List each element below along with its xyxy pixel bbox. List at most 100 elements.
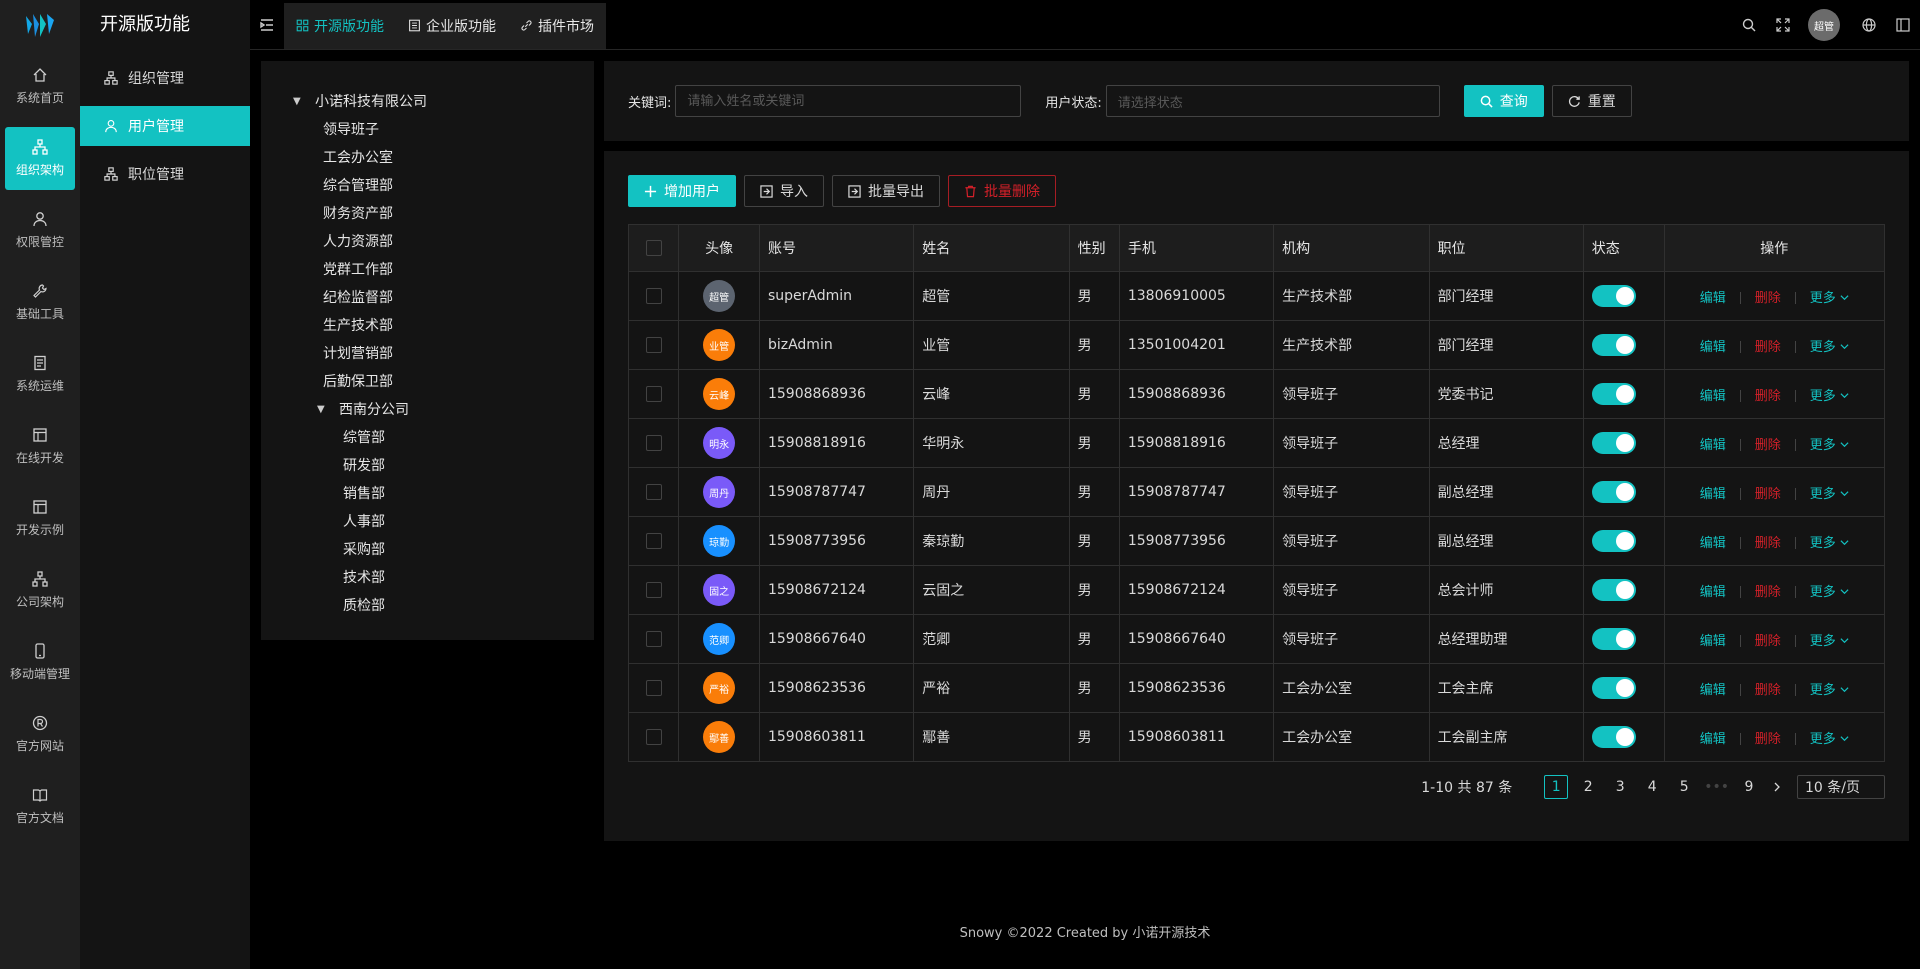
rail-item[interactable]: 公司架构 xyxy=(5,559,75,622)
delete-link[interactable]: 删除 xyxy=(1755,291,1781,306)
more-dropdown[interactable]: 更多 xyxy=(1810,340,1849,355)
page-number[interactable]: 4 xyxy=(1640,775,1664,799)
row-checkbox[interactable] xyxy=(645,582,662,598)
rail-item[interactable]: 组织架构 xyxy=(5,127,75,190)
module-tab[interactable]: 插件市场 xyxy=(508,3,606,49)
table-row[interactable]: 周丹 15908787747 周丹男 15908787747 领导班子 副总经理 编辑 删除更… xyxy=(627,467,1886,517)
edit-link[interactable]: 编辑 xyxy=(1700,585,1726,600)
status-toggle[interactable] xyxy=(1591,530,1636,552)
table-row[interactable]: 鄢善 15908603811 鄢善男 15908603811 工会办公室 工会副主席 编辑删… xyxy=(627,712,1886,762)
select-all-checkbox[interactable] xyxy=(645,240,662,256)
add-user-button[interactable]: 增加用户 xyxy=(628,175,736,207)
delete-link[interactable]: 删除 xyxy=(1755,487,1781,502)
table-row[interactable]: 明永 15908818916 华明永男 15908818916 领导班子 总经理 编辑 删除更… xyxy=(627,418,1886,468)
query-button[interactable]: 查询 xyxy=(1463,85,1544,117)
delete-link[interactable]: 删除 xyxy=(1755,634,1781,649)
more-dropdown[interactable]: 更多 xyxy=(1810,683,1849,698)
edit-link[interactable]: 编辑 xyxy=(1700,536,1726,551)
more-dropdown[interactable]: 更多 xyxy=(1810,438,1849,453)
table-row[interactable]: 业管 bizAdmin 业管男 13501004201 生产技术部 部门经理 编辑 删除 更多 xyxy=(627,320,1886,370)
module-tab[interactable]: 开源版功能 xyxy=(284,3,396,49)
page-number[interactable]: 2 xyxy=(1576,775,1600,799)
rail-item[interactable]: 移动端管理 xyxy=(5,631,75,694)
module-tab[interactable]: 企业版功能 xyxy=(396,3,508,49)
tree-node[interactable]: 工会办公室 xyxy=(261,143,594,171)
status-toggle[interactable] xyxy=(1591,579,1636,601)
tree-node[interactable]: 纪检监督部 xyxy=(261,283,594,311)
fullscreen-button[interactable] xyxy=(1766,0,1800,50)
batch-delete-button[interactable]: 批量删除 xyxy=(948,175,1056,207)
page-number[interactable]: 3 xyxy=(1608,775,1632,799)
status-toggle[interactable] xyxy=(1591,285,1636,307)
page-number[interactable]: 5 xyxy=(1672,775,1696,799)
status-toggle[interactable] xyxy=(1591,481,1636,503)
next-page-button[interactable] xyxy=(1765,775,1789,799)
logo[interactable] xyxy=(0,0,80,50)
edit-link[interactable]: 编辑 xyxy=(1700,438,1726,453)
tree-node[interactable]: 质检部 xyxy=(261,591,594,619)
tree-node[interactable]: 领导班子 xyxy=(261,115,594,143)
language-button[interactable] xyxy=(1852,0,1886,50)
status-toggle[interactable] xyxy=(1591,677,1636,699)
rail-item[interactable]: 开发示例 xyxy=(5,487,75,550)
submenu-item[interactable]: 用户管理 xyxy=(80,106,250,146)
caret-down-icon[interactable]: ▼ xyxy=(293,96,303,107)
rail-item[interactable]: 官方文档 xyxy=(5,775,75,838)
tree-node[interactable]: 计划营销部 xyxy=(261,339,594,367)
more-dropdown[interactable]: 更多 xyxy=(1810,536,1849,551)
edit-link[interactable]: 编辑 xyxy=(1700,487,1726,502)
table-row[interactable]: 严裕 15908623536 严裕男 15908623536 工会办公室 工会主席 编辑 删除… xyxy=(627,663,1886,713)
tree-node[interactable]: 研发部 xyxy=(261,451,594,479)
tree-node[interactable]: 后勤保卫部 xyxy=(261,367,594,395)
more-dropdown[interactable]: 更多 xyxy=(1810,585,1849,600)
row-checkbox[interactable] xyxy=(645,680,662,696)
row-checkbox[interactable] xyxy=(645,288,662,304)
status-toggle[interactable] xyxy=(1591,628,1636,650)
rail-item[interactable]: 系统首页 xyxy=(5,55,75,118)
edit-link[interactable]: 编辑 xyxy=(1700,340,1726,355)
table-row[interactable]: 固之 15908672124 云固之男 15908672124 领导班子 总会计师 编辑 删除… xyxy=(627,565,1886,615)
status-select[interactable]: 请选择状态 xyxy=(1105,85,1440,117)
status-toggle[interactable] xyxy=(1591,726,1636,748)
caret-down-icon[interactable]: ▼ xyxy=(317,404,327,415)
tree-node[interactable]: 人事部 xyxy=(261,507,594,535)
row-checkbox[interactable] xyxy=(645,386,662,402)
rail-item[interactable]: 基础工具 xyxy=(5,271,75,334)
tree-node[interactable]: 综管部 xyxy=(261,423,594,451)
tree-node[interactable]: 财务资产部 xyxy=(261,199,594,227)
tree-node[interactable]: 生产技术部 xyxy=(261,311,594,339)
status-toggle[interactable] xyxy=(1591,383,1636,405)
submenu-item[interactable]: 职位管理 xyxy=(80,154,250,194)
page-size-select[interactable]: 10 条/页 xyxy=(1797,775,1885,799)
more-dropdown[interactable]: 更多 xyxy=(1810,389,1849,404)
more-dropdown[interactable]: 更多 xyxy=(1810,487,1849,502)
table-row[interactable]: 琼勤 15908773956 秦琼勤男 15908773956 领导班子 副总经理 编辑 删除… xyxy=(627,516,1886,566)
row-checkbox[interactable] xyxy=(645,484,662,500)
edit-link[interactable]: 编辑 xyxy=(1700,634,1726,649)
row-checkbox[interactable] xyxy=(645,533,662,549)
delete-link[interactable]: 删除 xyxy=(1755,732,1781,747)
rail-item[interactable]: 权限管控 xyxy=(5,199,75,262)
rail-item[interactable]: 在线开发 xyxy=(5,415,75,478)
more-dropdown[interactable]: 更多 xyxy=(1810,732,1849,747)
import-button[interactable]: 导入 xyxy=(744,175,824,207)
table-row[interactable]: 超管 superAdmin 超管男 13806910005 生产技术部 部门经理 编辑 删除更… xyxy=(627,271,1886,321)
page-number[interactable]: 9 xyxy=(1737,775,1761,799)
tree-node[interactable]: 销售部 xyxy=(261,479,594,507)
page-number[interactable]: 1 xyxy=(1544,775,1569,799)
delete-link[interactable]: 删除 xyxy=(1755,536,1781,551)
delete-link[interactable]: 删除 xyxy=(1755,340,1781,355)
edit-link[interactable]: 编辑 xyxy=(1700,732,1726,747)
collapse-menu-button[interactable] xyxy=(250,0,284,50)
more-dropdown[interactable]: 更多 xyxy=(1810,291,1849,306)
row-checkbox[interactable] xyxy=(645,435,662,451)
row-checkbox[interactable] xyxy=(645,631,662,647)
delete-link[interactable]: 删除 xyxy=(1755,683,1781,698)
submenu-item[interactable]: 组织管理 xyxy=(80,58,250,98)
edit-link[interactable]: 编辑 xyxy=(1700,291,1726,306)
tree-node[interactable]: 人力资源部 xyxy=(261,227,594,255)
more-dropdown[interactable]: 更多 xyxy=(1810,634,1849,649)
row-checkbox[interactable] xyxy=(645,337,662,353)
user-avatar[interactable]: 超管 xyxy=(1808,9,1840,41)
header-search-button[interactable] xyxy=(1732,0,1766,50)
